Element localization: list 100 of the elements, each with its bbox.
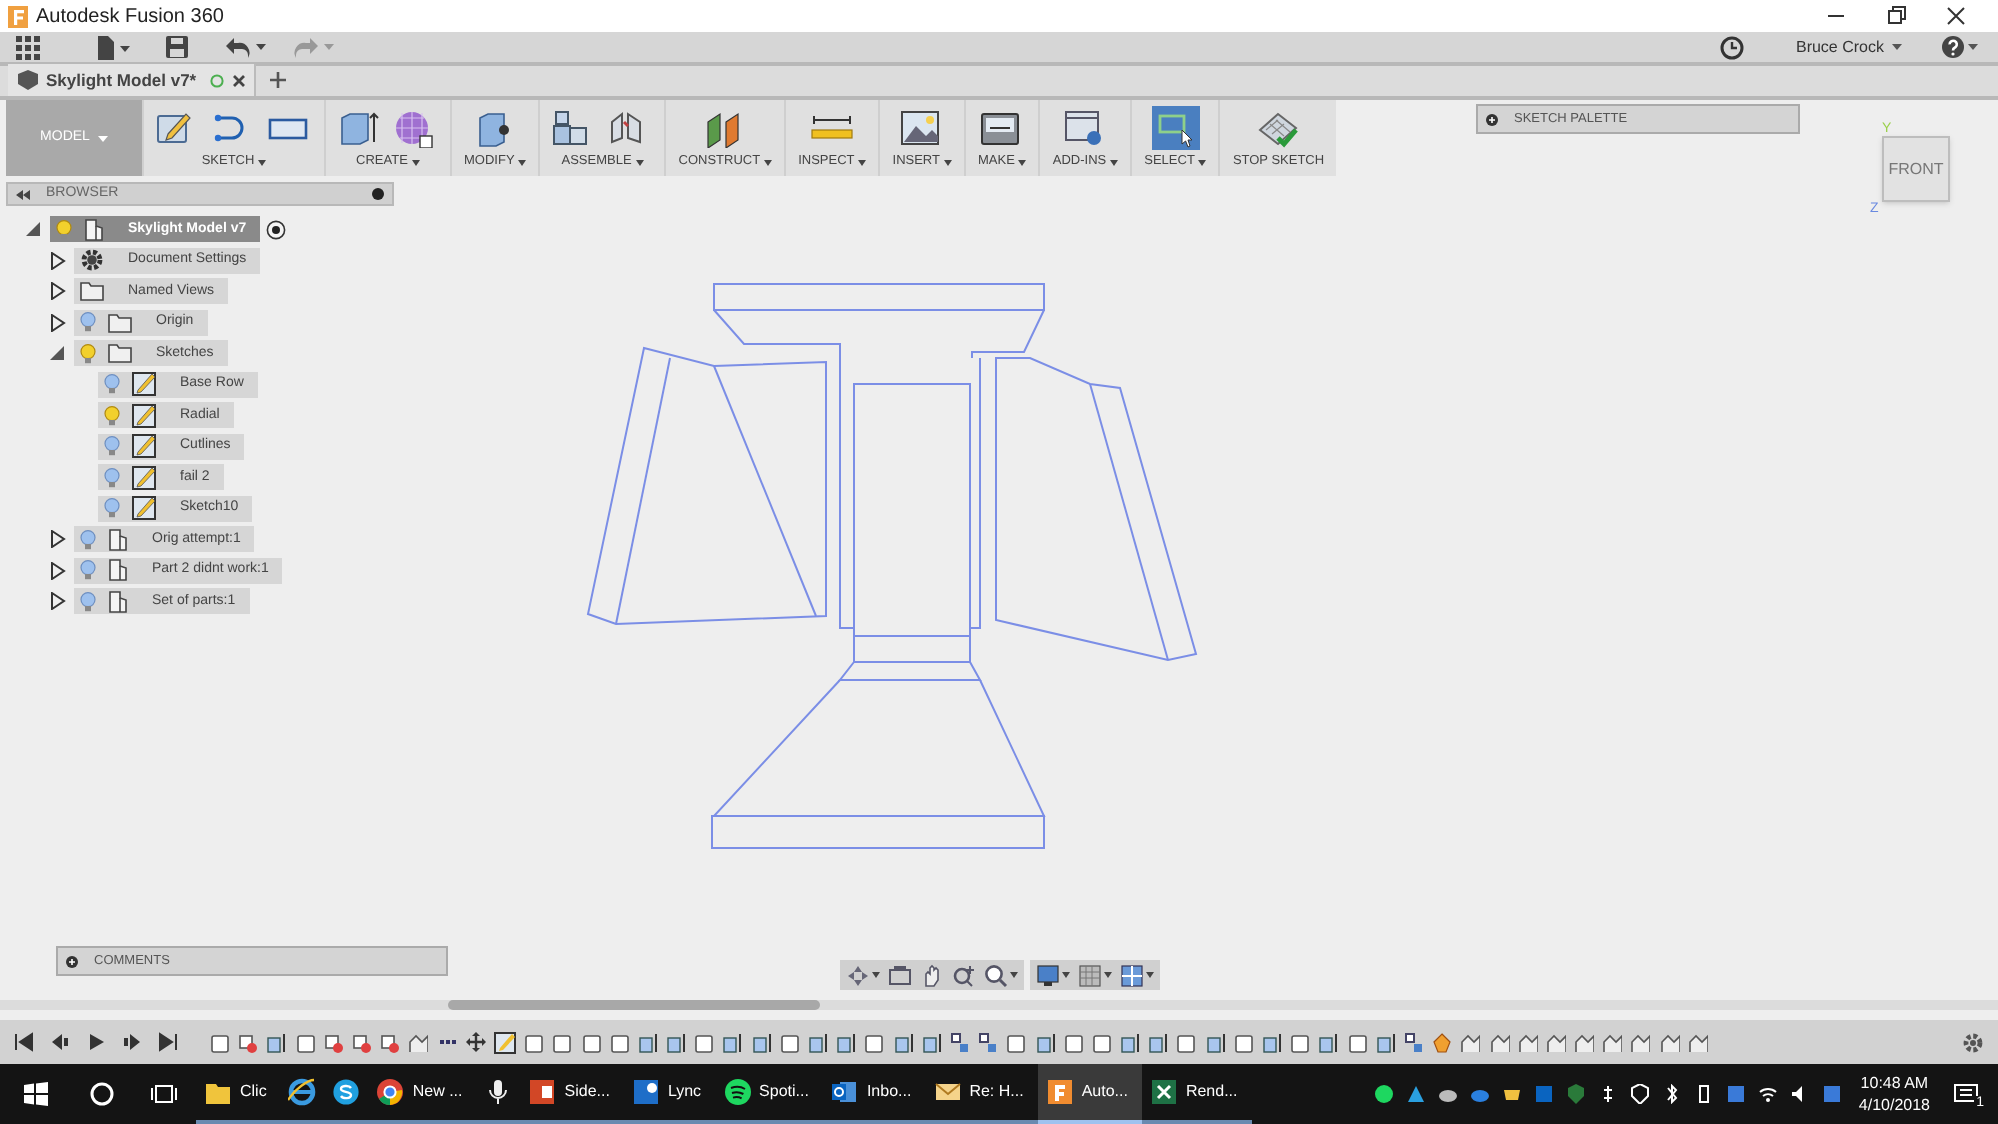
- split-feature-icon[interactable]: [238, 1031, 259, 1053]
- clock-time[interactable]: 10:48 AM: [1860, 1072, 1929, 1094]
- restore-icon[interactable]: [1886, 6, 1906, 26]
- document-tab[interactable]: Skylight Model v7*: [8, 64, 256, 96]
- body-feature-icon[interactable]: [1233, 1031, 1254, 1053]
- close-icon[interactable]: [1946, 6, 1966, 26]
- fillet-feature-icon[interactable]: [1432, 1031, 1453, 1053]
- extrude-feature-icon[interactable]: [921, 1031, 942, 1053]
- scroll-bar[interactable]: [448, 1000, 820, 1010]
- sketch-feature-icon[interactable]: [493, 1031, 516, 1053]
- expanded-arrow-icon[interactable]: [24, 220, 44, 239]
- start-icon[interactable]: [24, 1082, 48, 1106]
- clock-icon[interactable]: [1719, 35, 1744, 59]
- select-icon[interactable]: [1151, 106, 1200, 150]
- sphere-icon[interactable]: [394, 109, 438, 147]
- split-feature-icon[interactable]: [352, 1031, 373, 1053]
- body-feature-icon[interactable]: [1063, 1031, 1084, 1053]
- extrude-feature-icon[interactable]: [1318, 1031, 1339, 1053]
- body-feature-icon[interactable]: [864, 1031, 885, 1053]
- joint-feature-icon[interactable]: [1545, 1031, 1566, 1053]
- joint-feature-icon[interactable]: [1687, 1031, 1708, 1053]
- body-feature-icon[interactable]: [1006, 1031, 1027, 1053]
- component-feature-icon[interactable]: [1403, 1031, 1424, 1053]
- taskbar-button[interactable]: Auto...: [1037, 1064, 1142, 1124]
- search-icon[interactable]: [90, 1082, 114, 1106]
- wifi-icon[interactable]: [1758, 1084, 1779, 1104]
- body-feature-icon[interactable]: [1290, 1031, 1311, 1053]
- collapsed-arrow-icon[interactable]: [48, 282, 68, 301]
- component-feature-icon[interactable]: [949, 1031, 970, 1053]
- extrude-feature-icon[interactable]: [1205, 1031, 1226, 1053]
- pin-icon[interactable]: [372, 188, 384, 200]
- skip-start-icon[interactable]: [14, 1032, 34, 1052]
- task-view-icon[interactable]: [150, 1082, 178, 1106]
- taskbar-button[interactable]: New ...: [368, 1064, 477, 1124]
- extrude-feature-icon[interactable]: [666, 1031, 687, 1053]
- taskbar-button[interactable]: Inbo...: [822, 1064, 926, 1124]
- nav-tool-button[interactable]: [984, 963, 1018, 987]
- extrude-feature-icon[interactable]: [637, 1031, 658, 1053]
- body-feature-icon[interactable]: [1091, 1031, 1112, 1053]
- extrude-feature-icon[interactable]: [266, 1031, 287, 1053]
- extrude-feature-icon[interactable]: [893, 1031, 914, 1053]
- joint-feature-icon[interactable]: [1489, 1031, 1510, 1053]
- skip-end-icon[interactable]: [158, 1032, 178, 1052]
- stop-sketch-icon[interactable]: [1256, 109, 1301, 147]
- collapsed-arrow-icon[interactable]: [48, 592, 68, 611]
- step-forward-icon[interactable]: [122, 1032, 142, 1052]
- taskbar-button[interactable]: Rend...: [1141, 1064, 1252, 1124]
- extrude-feature-icon[interactable]: [808, 1031, 829, 1053]
- body-feature-icon[interactable]: [581, 1031, 602, 1053]
- split-feature-icon[interactable]: [323, 1031, 344, 1053]
- settings-icon[interactable]: [1962, 1031, 1984, 1053]
- nav-tool-button[interactable]: [1036, 963, 1070, 987]
- extrude-feature-icon[interactable]: [836, 1031, 857, 1053]
- joint-feature-icon[interactable]: [1659, 1031, 1680, 1053]
- notifications-icon[interactable]: [1954, 1084, 1978, 1106]
- bluetooth-icon[interactable]: [1662, 1084, 1683, 1104]
- taskbar-button[interactable]: Side...: [520, 1064, 624, 1124]
- nav-tool-button[interactable]: [920, 963, 944, 987]
- extrude-feature-icon[interactable]: [751, 1031, 772, 1053]
- nav-tool-button[interactable]: [846, 963, 880, 987]
- image-icon[interactable]: [900, 109, 945, 147]
- extrude-feature-icon[interactable]: [1375, 1031, 1396, 1053]
- box-icon[interactable]: [338, 109, 382, 147]
- body-feature-icon[interactable]: [1176, 1031, 1197, 1053]
- joint-feature-icon[interactable]: [408, 1031, 429, 1053]
- taskbar-button[interactable]: Spoti...: [715, 1064, 823, 1124]
- clock-date[interactable]: 4/10/2018: [1858, 1094, 1930, 1116]
- app-grid-icon[interactable]: [16, 35, 40, 59]
- taskbar-button[interactable]: Clic: [196, 1064, 281, 1124]
- active-component-icon[interactable]: [266, 219, 287, 240]
- joint-feature-icon[interactable]: [1517, 1031, 1538, 1053]
- joint-feature-icon[interactable]: [1574, 1031, 1595, 1053]
- body-feature-icon[interactable]: [609, 1031, 630, 1053]
- printer-icon[interactable]: [980, 109, 1025, 147]
- body-feature-icon[interactable]: [694, 1031, 715, 1053]
- body-feature-icon[interactable]: [552, 1031, 573, 1053]
- help-button[interactable]: [1942, 36, 1978, 58]
- joint-feature-icon[interactable]: [1630, 1031, 1651, 1053]
- body-feature-icon[interactable]: [295, 1031, 316, 1053]
- split-feature-icon[interactable]: [380, 1031, 401, 1053]
- extrude-feature-icon[interactable]: [1120, 1031, 1141, 1053]
- extrude-feature-icon[interactable]: [1148, 1031, 1169, 1053]
- collapsed-arrow-icon[interactable]: [48, 313, 68, 332]
- taskbar-button[interactable]: Lync: [623, 1064, 716, 1124]
- undo-icon[interactable]: [224, 36, 268, 58]
- step-back-icon[interactable]: [50, 1032, 70, 1052]
- collapse-icon[interactable]: [16, 189, 30, 199]
- nav-tool-button[interactable]: [1120, 963, 1154, 987]
- extrude-feature-icon[interactable]: [1035, 1031, 1056, 1053]
- user-menu[interactable]: Bruce Crock: [1795, 35, 1902, 59]
- joint-feature-icon[interactable]: [1602, 1031, 1623, 1053]
- joint-feature-icon[interactable]: [1460, 1031, 1481, 1053]
- new-tab-icon[interactable]: [268, 70, 288, 90]
- body-feature-icon[interactable]: [524, 1031, 545, 1053]
- file-menu-icon[interactable]: [96, 35, 130, 59]
- nav-tool-button[interactable]: [1078, 963, 1112, 987]
- close-icon[interactable]: [232, 73, 246, 87]
- extrude-feature-icon[interactable]: [1262, 1031, 1283, 1053]
- collapsed-arrow-icon[interactable]: [48, 561, 68, 580]
- nav-tool-button[interactable]: [952, 963, 976, 987]
